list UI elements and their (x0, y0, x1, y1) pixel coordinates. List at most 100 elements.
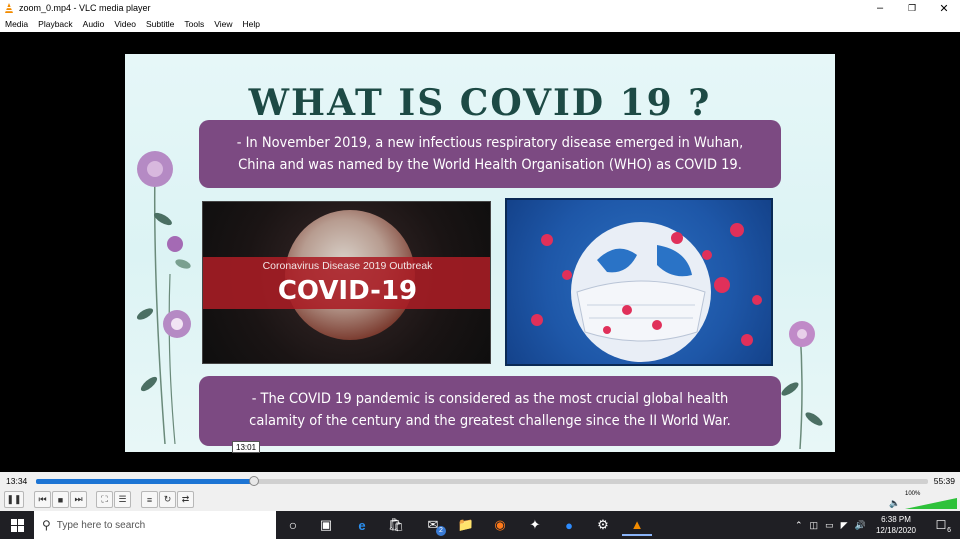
seek-hover-time: 13:01 (232, 441, 261, 453)
loop-icon: ↻ (163, 494, 172, 504)
taskbar-vlc[interactable]: ▲ (622, 514, 652, 536)
wifi-icon[interactable]: ◤ (841, 520, 848, 531)
speaker-icon[interactable]: 🔈 (889, 498, 900, 509)
masked-globe-image (505, 198, 773, 366)
volume-slider[interactable] (905, 498, 957, 509)
seek-handle[interactable] (248, 476, 259, 486)
covid-headline: COVID-19 (277, 276, 418, 306)
menu-media[interactable]: Media (0, 19, 33, 29)
playlist-icon: ≡ (146, 494, 153, 505)
window-title: zoom_0.mp4 - VLC media player (19, 3, 151, 13)
vlc-icon: ▲ (630, 516, 644, 532)
clock-date: 12/18/2020 (875, 526, 917, 535)
shuffle-button[interactable]: ⇄ (177, 491, 194, 508)
network-share-icon[interactable]: ◫ (810, 520, 819, 531)
taskbar-settings[interactable]: ⚙ (588, 514, 618, 536)
seek-bar[interactable] (36, 476, 928, 486)
vlc-cone-icon (5, 3, 13, 13)
vlc-window: zoom_0.mp4 - VLC media player – ❐ ✕ Medi… (0, 0, 960, 539)
next-icon: ⏭ (74, 494, 83, 504)
menu-subtitle[interactable]: Subtitle (141, 19, 179, 29)
cortana-icon: ○ (288, 517, 298, 533)
restore-button[interactable]: ❐ (896, 0, 928, 16)
video-area[interactable]: WHAT IS COVID 19 ? - In November 2019, a… (0, 32, 960, 472)
presentation-slide: WHAT IS COVID 19 ? - In November 2019, a… (125, 54, 835, 452)
search-icon: ⚲ (42, 518, 51, 532)
taskbar-file-explorer[interactable]: 📁 (451, 514, 481, 536)
intro-text-box: - In November 2019, a new infectious res… (199, 120, 781, 188)
taskbar-search[interactable]: ⚲ Type here to search (34, 511, 276, 539)
system-tray: ⌃ ◫ ▭ ◤ 🔊 (795, 511, 866, 539)
flower-decoration-left (136, 151, 191, 445)
volume-tray-icon[interactable]: 🔊 (855, 520, 866, 531)
menu-help[interactable]: Help (237, 19, 264, 29)
folder-icon: 📁 (457, 517, 475, 532)
equalizer-icon: ☰ (118, 494, 127, 504)
task-view-button[interactable]: ▣ (311, 514, 341, 536)
loop-button[interactable]: ↻ (159, 491, 176, 508)
previous-icon: ⏮ (38, 494, 47, 504)
zoom-icon: ● (565, 517, 573, 533)
pandemic-text-line: calamity of the century and the greatest… (249, 413, 731, 429)
elapsed-time[interactable]: 13:34 (6, 476, 27, 486)
playlist-button[interactable]: ≡ (141, 491, 158, 508)
mail-badge: 2 (436, 526, 446, 536)
pandemic-text-line: - The COVID 19 pandemic is considered as… (251, 391, 729, 407)
minimize-icon: – (876, 2, 884, 14)
menu-bar: Media Playback Audio Video Subtitle Tool… (0, 16, 960, 32)
close-icon: ✕ (939, 2, 949, 15)
intro-text-line: China and was named by the World Health … (238, 157, 742, 173)
fullscreen-icon: ⛶ (101, 494, 108, 504)
slide-title: WHAT IS COVID 19 ? (248, 82, 712, 124)
stop-button[interactable]: ■ (52, 491, 69, 508)
previous-button[interactable]: ⏮ (34, 491, 51, 508)
chevron-up-icon[interactable]: ⌃ (795, 520, 803, 531)
volume-percent: 100% (905, 491, 921, 497)
search-placeholder: Type here to search (56, 519, 146, 531)
menu-view[interactable]: View (209, 19, 237, 29)
menu-video[interactable]: Video (109, 19, 141, 29)
restore-icon: ❐ (907, 2, 917, 13)
taskbar-edge[interactable]: e (347, 514, 377, 536)
next-button[interactable]: ⏭ (70, 491, 87, 508)
menu-tools[interactable]: Tools (179, 19, 209, 29)
seek-progress (36, 479, 254, 484)
covid-outbreak-image: Coronavirus Disease 2019 Outbreak COVID-… (202, 201, 491, 364)
extended-settings-button[interactable]: ☰ (114, 491, 131, 508)
controls-row: ❚❚ ⏮ ■ ⏭ ⛶ ☰ ≡ ↻ ⇄ 🔈 100% (0, 489, 960, 511)
task-view-icon: ▣ (319, 517, 333, 532)
stop-icon: ■ (57, 494, 64, 505)
clock-time: 6:38 PM (881, 515, 911, 524)
taskbar-mail[interactable]: ✉ 2 (418, 514, 448, 536)
firefox-icon: ◉ (494, 517, 506, 532)
close-button[interactable]: ✕ (928, 0, 960, 16)
system-clock[interactable]: 6:38 PM 12/18/2020 (872, 514, 920, 536)
notification-icon: ☐ (935, 518, 947, 532)
cortana-button[interactable]: ○ (278, 514, 308, 536)
taskbar-zoom[interactable]: ● (554, 514, 584, 536)
pandemic-text-box: - The COVID 19 pandemic is considered as… (199, 376, 781, 446)
windows-taskbar: ⚲ Type here to search ○ ▣ e 🛍 ✉ 2 📁 ◉ ✦ … (0, 511, 960, 539)
action-center-button[interactable]: ☐ 6 (926, 514, 956, 536)
minimize-button[interactable]: – (864, 0, 896, 16)
edge-icon: e (358, 517, 366, 533)
total-time[interactable]: 55:39 (934, 476, 955, 486)
pause-icon: ❚❚ (6, 494, 22, 504)
taskbar-app[interactable]: ✦ (520, 514, 550, 536)
store-icon: 🛍 (387, 517, 405, 532)
seek-row: 13:34 55:39 (0, 472, 960, 489)
notification-count: 6 (947, 527, 951, 534)
menu-audio[interactable]: Audio (78, 19, 110, 29)
intro-text-line: - In November 2019, a new infectious res… (236, 135, 744, 151)
windows-logo-icon (10, 518, 24, 532)
menu-playback[interactable]: Playback (33, 19, 78, 29)
start-button[interactable] (0, 511, 34, 539)
gear-icon: ⚙ (597, 517, 609, 532)
shuffle-icon: ⇄ (181, 494, 190, 504)
taskbar-firefox[interactable]: ◉ (485, 514, 515, 536)
globe-mask-illustration (531, 222, 762, 362)
fullscreen-button[interactable]: ⛶ (96, 491, 113, 508)
taskbar-store[interactable]: 🛍 (381, 514, 411, 536)
pause-button[interactable]: ❚❚ (4, 491, 24, 508)
battery-icon[interactable]: ▭ (825, 520, 834, 531)
